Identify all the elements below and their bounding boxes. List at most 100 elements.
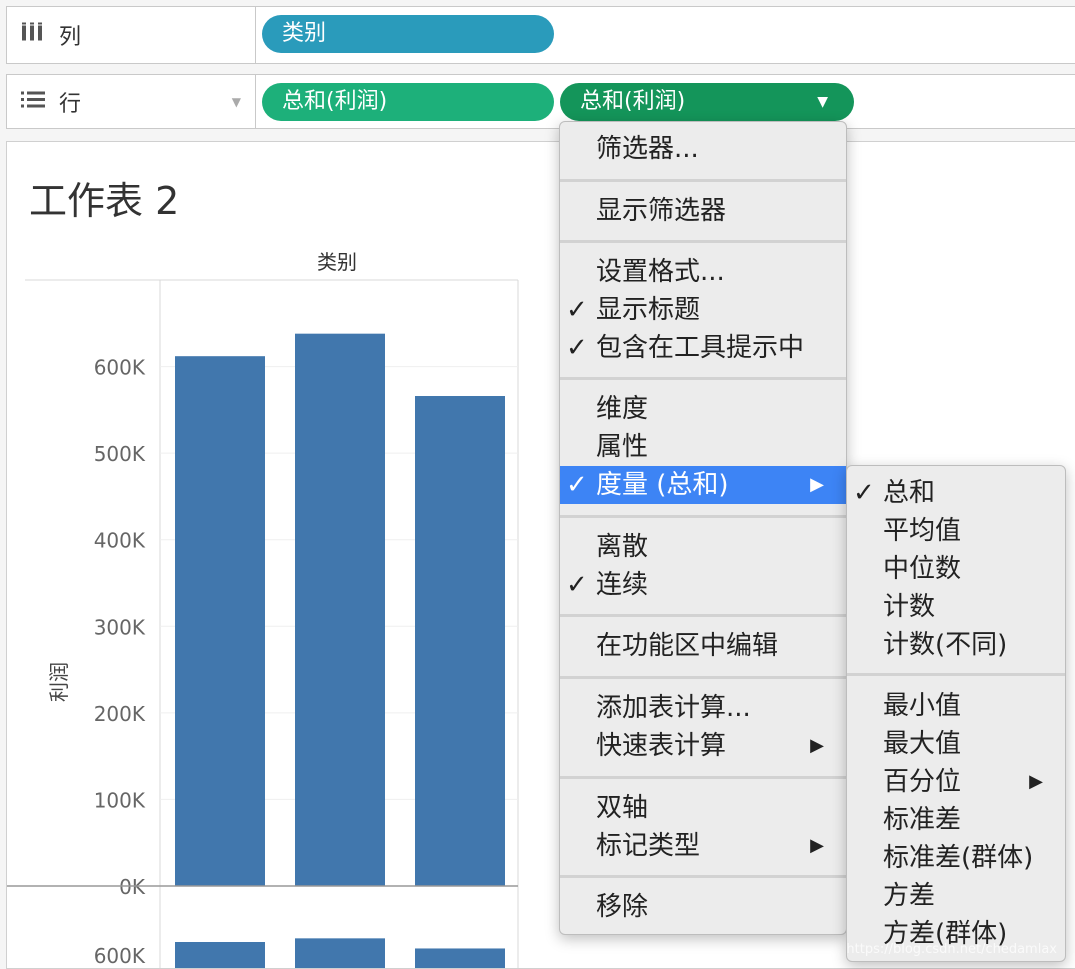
bar (175, 356, 265, 886)
menu-item[interactable]: 维度 (560, 390, 846, 428)
columns-shelf-label-area: 列 (7, 7, 256, 63)
submenu-arrow-icon: ▶ (810, 735, 824, 756)
sum-profit-pill-1-label: 总和(利润) (282, 89, 388, 114)
measure-submenu: https://blog.csdn.net/chedamlax ✓ 总和 平均值 中位… (846, 465, 1066, 962)
bar (415, 396, 505, 886)
menu-item-label: 快速表计算 (596, 731, 727, 761)
menu-item[interactable]: 属性 (560, 428, 846, 466)
menu-item[interactable]: 添加表计算... (560, 689, 846, 727)
submenu-item-label: 方差 (883, 881, 936, 911)
bar (295, 333, 385, 886)
check-icon: ✓ (566, 333, 588, 363)
menu-item-label: 标记类型 (596, 831, 701, 861)
menu-item-label: 维度 (596, 394, 649, 424)
menu-item-label: 在功能区中编辑 (596, 631, 779, 661)
rows-shelf[interactable]: 行 ▼ 总和(利润) 总和(利润) ▼ (6, 74, 1075, 129)
submenu-item-label: 总和 (883, 478, 936, 508)
y-tick-label: 300K (94, 615, 146, 639)
menu-separator (560, 776, 846, 779)
category-pill-label: 类别 (282, 21, 327, 46)
submenu-item[interactable]: 方差(群体) (847, 915, 1065, 953)
submenu-arrow-icon: ▶ (810, 474, 824, 495)
submenu-item-label: 计数 (883, 592, 936, 622)
submenu-arrow-icon: ▶ (810, 835, 824, 856)
submenu-item-label: 标准差(群体) (883, 843, 1034, 873)
submenu-arrow-icon: ▶ (1029, 771, 1043, 792)
submenu-item-label: 中位数 (883, 554, 962, 584)
submenu-item[interactable]: 标准差 (847, 801, 1065, 839)
pill-context-menu: 筛选器... 显示筛选器设置格式... ✓ 显示标题 ✓ 包含在工具提示中维度属性 ✓ 度量 … (559, 121, 847, 935)
menu-separator (560, 515, 846, 518)
menu-item[interactable]: 双轴 (560, 789, 846, 827)
check-icon: ✓ (853, 478, 875, 508)
bar-second-pane (415, 948, 505, 968)
menu-item[interactable]: 离散 (560, 528, 846, 566)
rows-icon (21, 90, 45, 113)
submenu-item-label: 标准差 (883, 805, 962, 835)
submenu-item[interactable]: 最大值 (847, 725, 1065, 763)
submenu-item-label: 方差(群体) (883, 919, 1008, 949)
menu-item[interactable]: ✓ 包含在工具提示中 (560, 329, 846, 367)
menu-item[interactable]: ✓ 度量 (总和) ▶ (560, 466, 846, 504)
menu-item[interactable]: 在功能区中编辑 (560, 627, 846, 665)
submenu-item[interactable]: 方差 (847, 877, 1065, 915)
menu-item-label: 连续 (596, 570, 649, 600)
submenu-item-label: 计数(不同) (883, 630, 1008, 660)
submenu-item[interactable]: 中位数 (847, 550, 1065, 588)
menu-item[interactable]: 设置格式... (560, 253, 846, 291)
menu-item[interactable]: ✓ 连续 (560, 566, 846, 604)
columns-shelf-label: 列 (59, 25, 82, 50)
submenu-item[interactable]: 标准差(群体) (847, 839, 1065, 877)
submenu-item-label: 最大值 (883, 729, 962, 759)
submenu-item-label: 百分位 (883, 767, 962, 797)
menu-item[interactable]: 筛选器... (560, 130, 846, 168)
menu-item[interactable]: ✓ 显示标题 (560, 291, 846, 329)
submenu-item[interactable]: 平均值 (847, 512, 1065, 550)
submenu-item[interactable]: 计数(不同) (847, 626, 1065, 664)
menu-item-label: 添加表计算... (596, 693, 751, 723)
y-tick-label: 600K (94, 356, 146, 380)
menu-item[interactable]: 标记类型 ▶ (560, 827, 846, 865)
menu-item-label: 属性 (596, 432, 649, 462)
menu-separator (847, 673, 1065, 676)
menu-separator (560, 377, 846, 380)
menu-item[interactable]: 移除 (560, 888, 846, 926)
sum-profit-pill-1[interactable]: 总和(利润) (262, 83, 554, 121)
check-icon: ✓ (566, 470, 588, 500)
submenu-item[interactable]: 计数 (847, 588, 1065, 626)
menu-item-label: 设置格式... (596, 257, 725, 287)
menu-separator (560, 676, 846, 679)
submenu-item[interactable]: 百分位 ▶ (847, 763, 1065, 801)
submenu-item-label: 平均值 (883, 516, 962, 546)
check-icon: ✓ (566, 295, 588, 325)
menu-item-label: 显示筛选器 (596, 196, 727, 226)
bar-second-pane (295, 938, 385, 968)
check-icon: ✓ (566, 570, 588, 600)
menu-item[interactable]: 显示筛选器 (560, 192, 846, 230)
y-tick-label: 0K (119, 875, 146, 899)
menu-item-label: 显示标题 (596, 295, 701, 325)
y-tick-label: 400K (94, 529, 146, 553)
menu-separator (560, 875, 846, 878)
submenu-item-label: 最小值 (883, 691, 962, 721)
columns-shelf[interactable]: 列 类别 (6, 6, 1075, 64)
menu-item-label: 度量 (总和) (596, 470, 729, 500)
sum-profit-pill-2-label: 总和(利润) (580, 89, 686, 114)
menu-separator (560, 614, 846, 617)
pill-dropdown-icon[interactable]: ▼ (817, 83, 828, 121)
category-pill[interactable]: 类别 (262, 15, 554, 53)
y-tick-label: 200K (94, 702, 146, 726)
menu-item-label: 双轴 (596, 793, 649, 823)
submenu-item[interactable]: ✓ 总和 (847, 474, 1065, 512)
menu-separator (560, 179, 846, 182)
submenu-item[interactable]: 最小值 (847, 687, 1065, 725)
rows-shelf-label: 行 (59, 91, 82, 117)
sum-profit-pill-2[interactable]: 总和(利润) ▼ (560, 83, 854, 121)
columns-icon (21, 22, 43, 48)
bar-second-pane (175, 942, 265, 968)
menu-separator (560, 240, 846, 243)
menu-item-label: 移除 (596, 892, 649, 922)
menu-item[interactable]: 快速表计算 ▶ (560, 727, 846, 765)
rows-shelf-dropdown-icon[interactable]: ▼ (232, 95, 241, 109)
rows-shelf-label-area: 行 ▼ (7, 75, 256, 128)
